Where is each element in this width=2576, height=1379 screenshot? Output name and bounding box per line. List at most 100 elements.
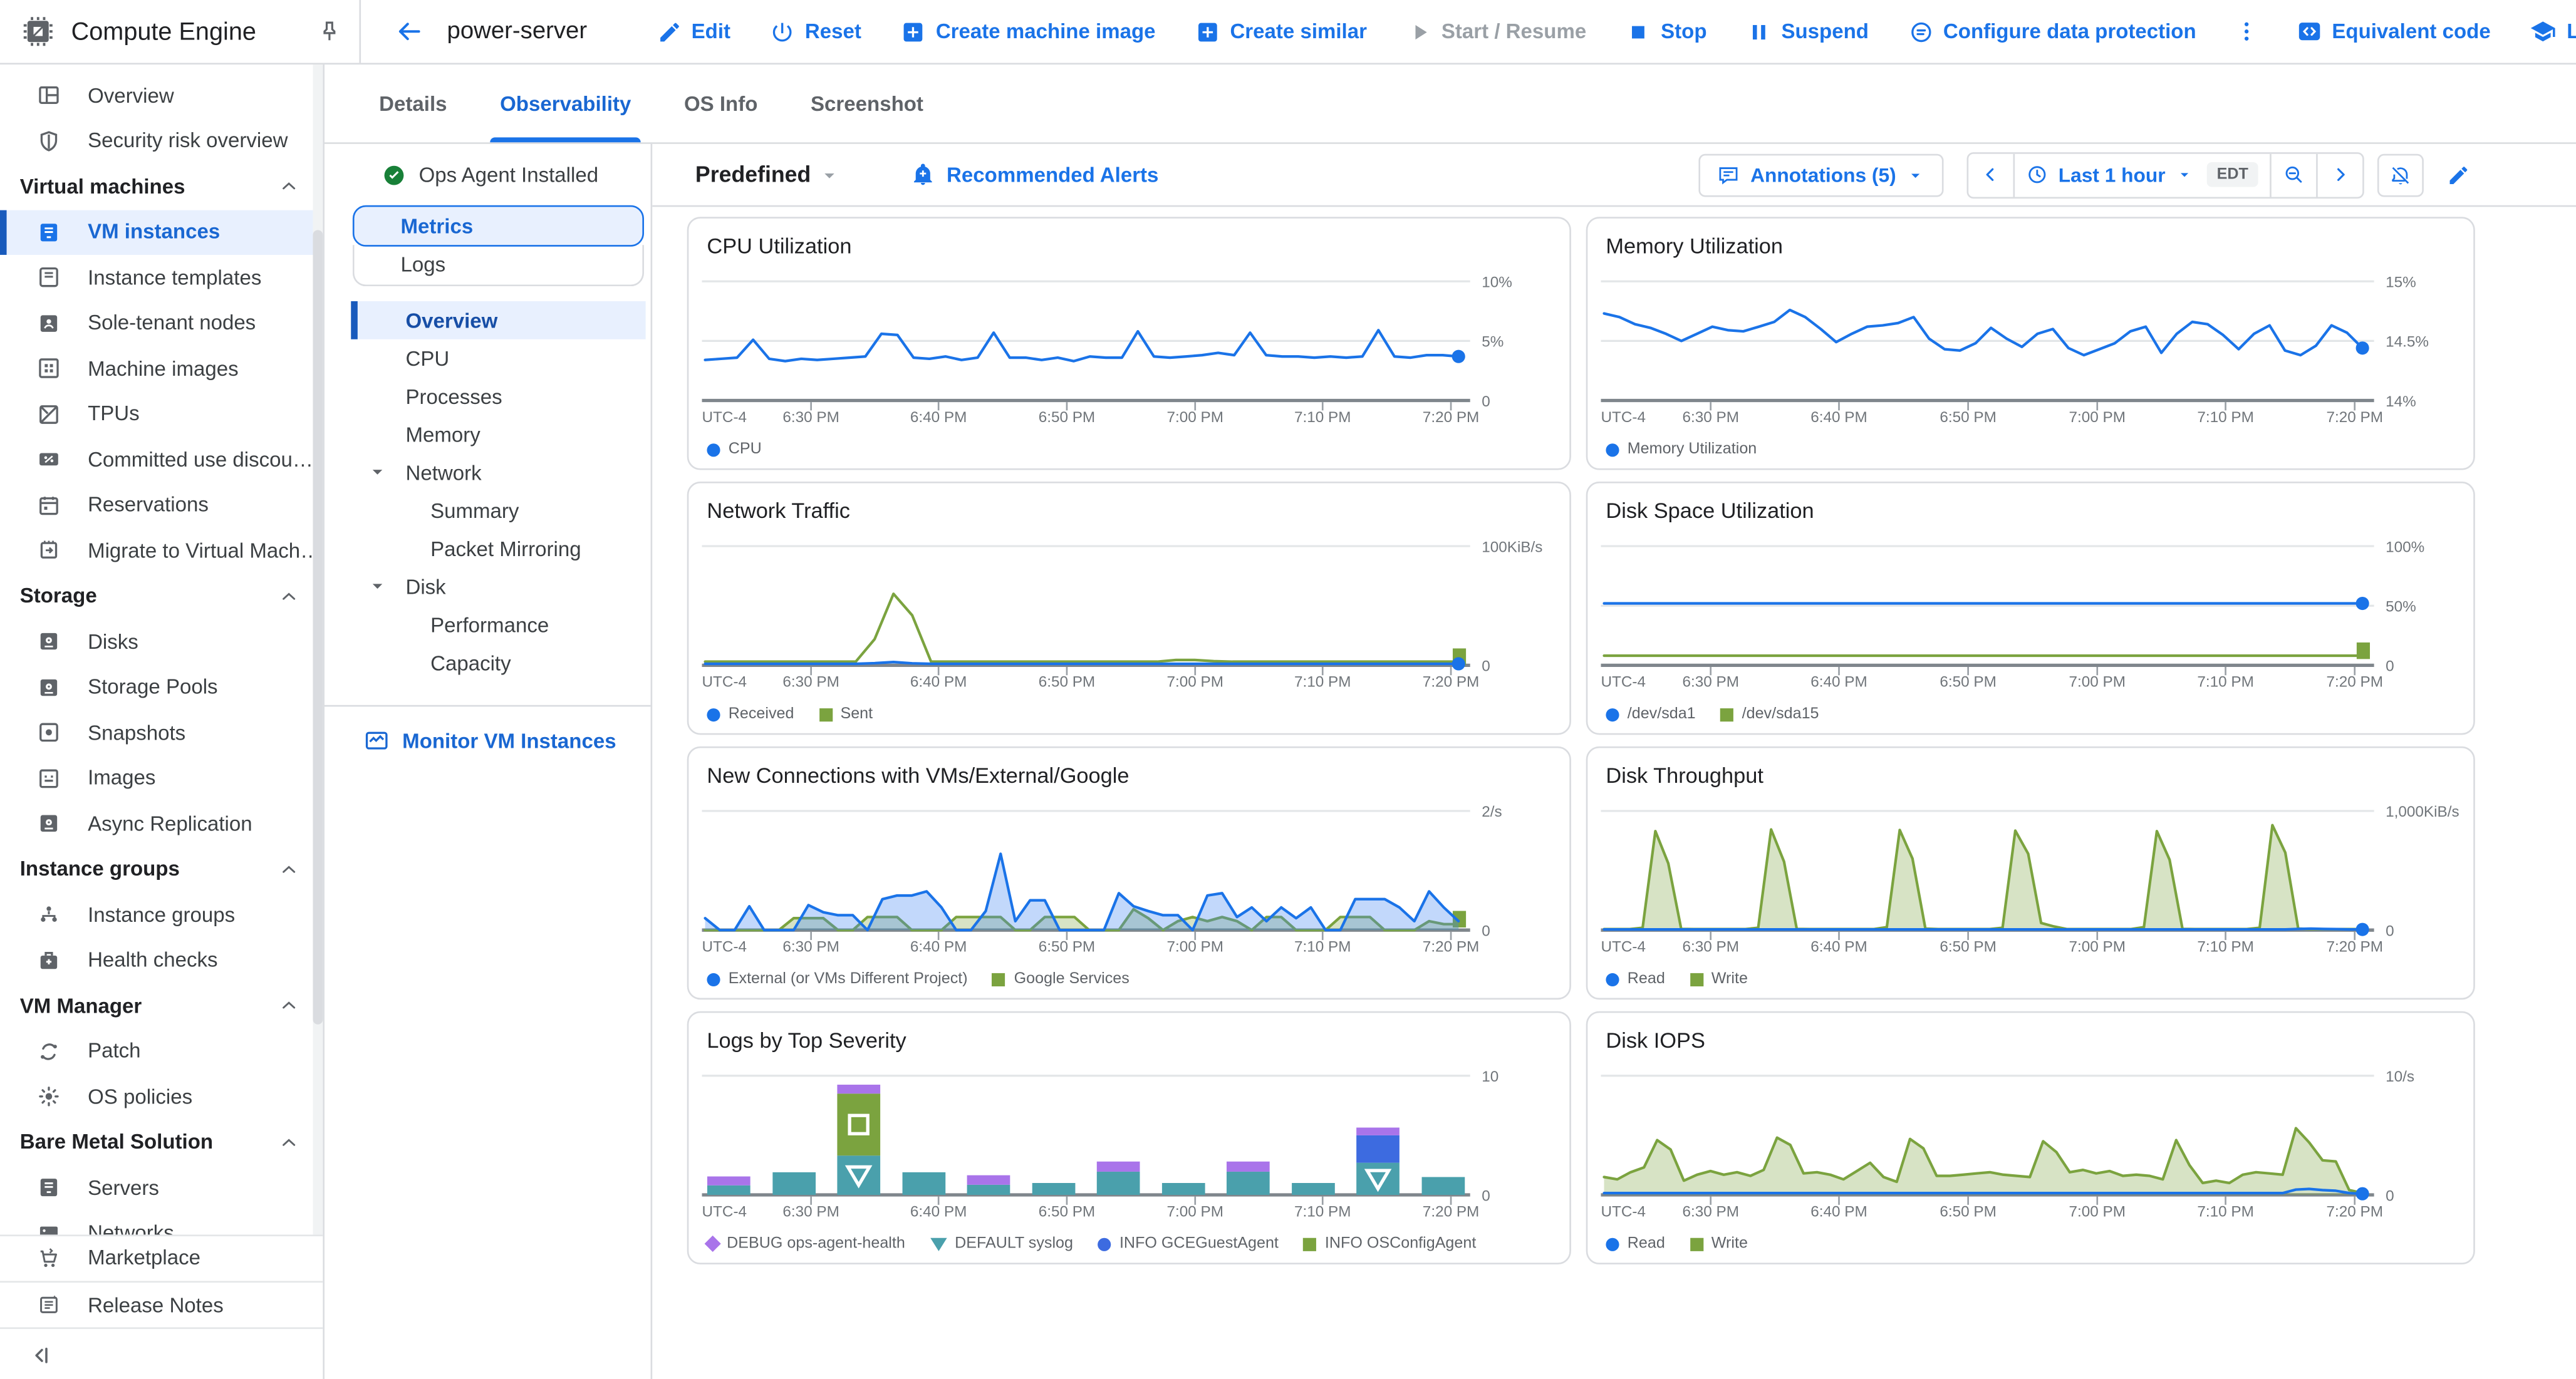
sidebar-item-marketplace[interactable]: Marketplace — [0, 1234, 323, 1281]
svg-text:7:00 PM: 7:00 PM — [2069, 674, 2126, 691]
sidebar-item-storage-pools[interactable]: Storage Pools — [0, 664, 323, 710]
sidebar-item-sole-tenant-nodes[interactable]: Sole-tenant nodes — [0, 301, 323, 346]
back-arrow-icon[interactable] — [394, 16, 424, 46]
zoom-out-icon — [2283, 164, 2304, 185]
sidebar-item-instance-templates[interactable]: Instance templates — [0, 255, 323, 301]
sidebar-item-disks[interactable]: Disks — [0, 619, 323, 664]
svg-text:UTC-4: UTC-4 — [702, 674, 747, 691]
sync-icon — [36, 1039, 61, 1064]
monitor-vm-instances-link[interactable]: Monitor VM Instances — [364, 728, 650, 753]
sidebar-item-machine-images[interactable]: Machine images — [0, 346, 323, 391]
metrics-nav-cpu[interactable]: CPU — [351, 339, 645, 378]
sidebar-item-images[interactable]: Images — [0, 755, 323, 801]
sidebar-item-migrate-to-virtual-mach[interactable]: Migrate to Virtual Mach… — [0, 528, 323, 574]
start-resume-button[interactable]: Start / Resume — [1387, 0, 1606, 63]
learn-button[interactable]: Learn — [2510, 0, 2576, 63]
suspend-button[interactable]: Suspend — [1727, 0, 1888, 63]
tab-os-info[interactable]: OS Info — [658, 65, 784, 142]
toggle-logs[interactable]: Logs — [353, 245, 644, 286]
play-icon — [1406, 19, 1431, 44]
create-machine-image-button[interactable]: Create machine image — [881, 0, 1176, 63]
sidebar-item-async-replication[interactable]: Async Replication — [0, 801, 323, 847]
sidebar-item-health-checks[interactable]: Health checks — [0, 937, 323, 983]
svg-text:7:20 PM: 7:20 PM — [1423, 1203, 1480, 1220]
sidebar-scrollbar-thumb[interactable] — [313, 230, 323, 1024]
sidebar-item-servers[interactable]: Servers — [0, 1165, 323, 1211]
bell-off-icon — [2389, 163, 2412, 186]
metrics-nav-processes[interactable]: Processes — [351, 378, 645, 416]
sidebar-section-virtual-machines[interactable]: Virtual machines — [0, 164, 323, 210]
svg-text:UTC-4: UTC-4 — [1601, 939, 1646, 956]
sidebar-item-release-notes[interactable]: Release Notes — [0, 1281, 323, 1328]
sidebar-item-os-policies[interactable]: OS policies — [0, 1074, 323, 1120]
metrics-nav-memory[interactable]: Memory — [351, 415, 645, 453]
pencil-icon — [657, 19, 682, 44]
svg-text:10/s: 10/s — [2386, 1068, 2414, 1085]
sidebar-item-tpus[interactable]: TPUs — [0, 391, 323, 437]
tab-details[interactable]: Details — [353, 65, 474, 142]
sidebar-item-instance-groups[interactable]: Instance groups — [0, 892, 323, 937]
svg-text:5%: 5% — [1482, 334, 1504, 351]
sidebar-item-security-risk-overview[interactable]: Security risk overview — [0, 118, 323, 164]
tab-observability[interactable]: Observability — [474, 65, 658, 142]
svg-text:UTC-4: UTC-4 — [1601, 1203, 1646, 1220]
caret-down-icon — [2176, 165, 2194, 183]
sidebar-item-committed-use-discou[interactable]: Committed use discou… — [0, 437, 323, 483]
sidebar-item-vm-instances[interactable]: VM instances — [0, 209, 323, 255]
chart-title: Disk IOPS — [1606, 1028, 1705, 1053]
chart-title: Network Traffic — [707, 498, 849, 523]
svg-text:7:10 PM: 7:10 PM — [1294, 409, 1351, 426]
metrics-nav-overview[interactable]: Overview — [351, 301, 645, 339]
time-range-dropdown[interactable]: Last 1 hour EDT — [2015, 153, 2272, 196]
toolbar-actions: EditResetCreate machine imageCreate simi… — [636, 0, 2216, 63]
chart-card-disk-iops: Disk IOPS6:30 PM6:40 PM6:50 PM7:00 PM7:1… — [1586, 1011, 2475, 1264]
reset-button[interactable]: Reset — [750, 0, 881, 63]
legend-item: Google Services — [992, 970, 1130, 988]
sidebar-collapse-button[interactable] — [0, 1326, 323, 1379]
overflow-menu-icon[interactable] — [2233, 18, 2259, 44]
stop-button[interactable]: Stop — [1606, 0, 1727, 63]
chart-card-cpu-utilization: CPU Utilization6:30 PM6:40 PM6:50 PM7:00… — [687, 217, 1571, 470]
svg-text:UTC-4: UTC-4 — [702, 409, 747, 426]
tab-screenshot[interactable]: Screenshot — [784, 65, 950, 142]
gear-icon — [36, 1085, 61, 1110]
equivalent-code-button[interactable]: Equivalent code — [2276, 0, 2511, 63]
sidebar-section-storage[interactable]: Storage — [0, 574, 323, 619]
svg-text:7:20 PM: 7:20 PM — [1423, 674, 1480, 691]
sidebar-scrollbar[interactable] — [313, 65, 323, 1328]
configure-data-protection-button[interactable]: Configure data protection — [1889, 0, 2216, 63]
pin-icon[interactable] — [316, 18, 343, 44]
metrics-nav-capacity[interactable]: Capacity — [351, 644, 645, 682]
time-back-button[interactable] — [1969, 153, 2015, 196]
legend-item: Memory Utilization — [1606, 440, 1757, 458]
svg-text:0: 0 — [1482, 393, 1490, 410]
svg-text:6:40 PM: 6:40 PM — [910, 674, 967, 691]
metrics-nav-disk[interactable]: Disk — [351, 567, 645, 606]
sidebar-section-vm-manager[interactable]: VM Manager — [0, 983, 323, 1029]
metrics-nav-packet-mirroring[interactable]: Packet Mirroring — [351, 530, 645, 568]
annotations-button[interactable]: Annotations (5) — [1699, 153, 1944, 196]
sidebar-item-snapshots[interactable]: Snapshots — [0, 710, 323, 756]
svg-text:7:20 PM: 7:20 PM — [1423, 409, 1480, 426]
chart-legend: ReadWrite — [1606, 970, 1748, 988]
alerts-off-button[interactable] — [2377, 153, 2424, 196]
edit-dashboard-button[interactable] — [2447, 163, 2470, 186]
edit-button[interactable]: Edit — [636, 0, 750, 63]
time-forward-button[interactable] — [2318, 153, 2362, 196]
predefined-dropdown[interactable]: Predefined — [695, 162, 841, 187]
sidebar-item-reservations[interactable]: Reservations — [0, 482, 323, 528]
toolbar: power-server EditResetCreate machine ima… — [361, 0, 2576, 63]
toggle-metrics[interactable]: Metrics — [353, 205, 644, 247]
sidebar-item-overview[interactable]: Overview — [0, 73, 323, 118]
create-similar-button[interactable]: Create similar — [1175, 0, 1386, 63]
recommended-alerts-button[interactable]: Recommended Alerts — [910, 162, 1159, 187]
sidebar-section-instance-groups[interactable]: Instance groups — [0, 847, 323, 892]
metrics-nav-summary[interactable]: Summary — [351, 492, 645, 530]
charts-section: Predefined Recommended Alerts Annotation… — [652, 144, 2576, 1379]
svg-text:7:10 PM: 7:10 PM — [2197, 939, 2254, 956]
metrics-nav-network[interactable]: Network — [351, 453, 645, 492]
zoom-out-button[interactable] — [2272, 153, 2318, 196]
metrics-nav-performance[interactable]: Performance — [351, 606, 645, 644]
sidebar-section-bare-metal-solution[interactable]: Bare Metal Solution — [0, 1120, 323, 1165]
sidebar-item-patch[interactable]: Patch — [0, 1028, 323, 1074]
